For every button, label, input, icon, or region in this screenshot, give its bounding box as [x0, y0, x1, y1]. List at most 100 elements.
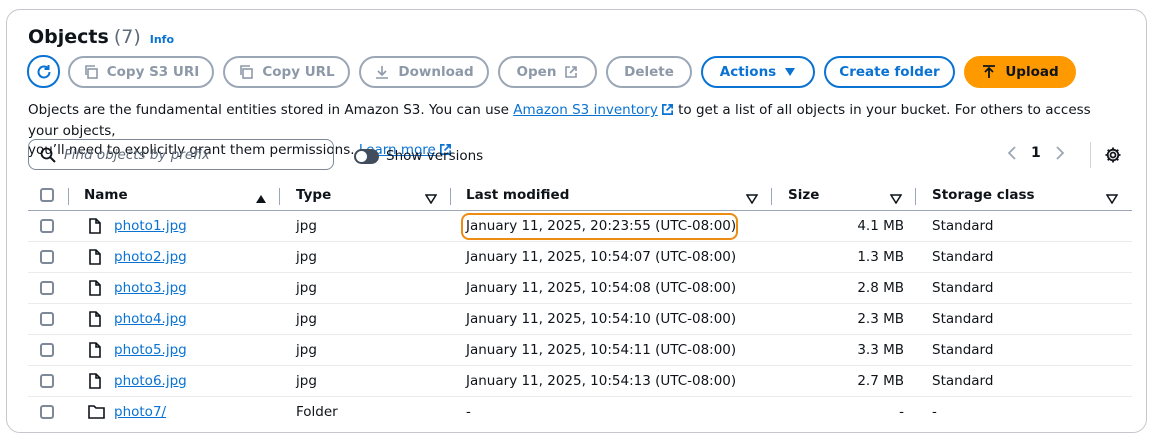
- object-size: 4.1 MB: [857, 218, 904, 234]
- page-title: Objects: [28, 26, 109, 48]
- object-size: 2.7 MB: [857, 373, 904, 389]
- file-icon: [88, 342, 102, 362]
- object-modified: January 11, 2025, 10:54:08 (UTC-08:00): [466, 280, 737, 296]
- upload-button[interactable]: Upload: [964, 55, 1076, 88]
- column-size[interactable]: Size: [788, 187, 819, 203]
- copy-icon: [83, 64, 99, 80]
- inventory-link[interactable]: Amazon S3 inventory: [513, 102, 658, 118]
- open-button[interactable]: Open: [498, 55, 597, 88]
- object-size: 2.3 MB: [857, 311, 904, 327]
- row-checkbox[interactable]: [40, 343, 54, 357]
- download-label: Download: [398, 63, 474, 80]
- column-last-modified[interactable]: Last modified: [466, 187, 569, 203]
- object-modified: -: [466, 404, 471, 420]
- object-storage-class: Standard: [932, 373, 994, 389]
- object-size: 1.3 MB: [857, 249, 904, 265]
- chevron-right-icon[interactable]: [1055, 145, 1065, 161]
- show-versions-label: Show versions: [386, 148, 484, 164]
- object-name-link[interactable]: photo2.jpg: [114, 249, 187, 265]
- delete-label: Delete: [624, 63, 674, 80]
- copy-url-button[interactable]: Copy URL: [223, 55, 350, 88]
- object-type: jpg: [296, 218, 317, 234]
- row-checkbox[interactable]: [40, 312, 54, 326]
- sort-icon[interactable]: [745, 189, 759, 208]
- object-modified: January 11, 2025, 10:54:07 (UTC-08:00): [466, 249, 737, 265]
- object-modified: January 11, 2025, 20:23:55 (UTC-08:00): [466, 218, 737, 234]
- sort-icon[interactable]: [424, 189, 438, 208]
- object-count: (7): [113, 26, 141, 48]
- refresh-button[interactable]: [27, 55, 60, 88]
- refresh-icon: [37, 64, 50, 78]
- file-icon: [88, 280, 102, 300]
- object-name-link[interactable]: photo6.jpg: [114, 373, 187, 389]
- object-type: jpg: [296, 373, 317, 389]
- upload-label: Upload: [1005, 63, 1059, 80]
- table-row[interactable]: photo5.jpg jpg January 11, 2025, 10:54:1…: [28, 335, 1132, 366]
- column-divider: [450, 188, 451, 205]
- external-link-icon: [661, 103, 674, 122]
- file-icon: [88, 218, 102, 238]
- file-icon: [88, 373, 102, 393]
- table-row[interactable]: photo2.jpg jpg January 11, 2025, 10:54:0…: [28, 242, 1132, 273]
- toggle-switch[interactable]: [354, 148, 379, 164]
- actions-label: Actions: [719, 63, 777, 80]
- object-name-link[interactable]: photo1.jpg: [114, 218, 187, 234]
- object-storage-class: Standard: [932, 218, 994, 234]
- table-row[interactable]: photo7/ Folder - - -: [28, 397, 1132, 428]
- divider: [1090, 142, 1091, 168]
- table-row[interactable]: photo3.jpg jpg January 11, 2025, 10:54:0…: [28, 273, 1132, 304]
- object-storage-class: -: [932, 404, 937, 420]
- object-modified: January 11, 2025, 10:54:10 (UTC-08:00): [466, 311, 737, 327]
- object-type: Folder: [296, 404, 338, 420]
- table-row[interactable]: photo4.jpg jpg January 11, 2025, 10:54:1…: [28, 304, 1132, 335]
- copy-s3-uri-label: Copy S3 URI: [106, 63, 200, 80]
- search-input[interactable]: Find objects by prefix: [28, 139, 334, 170]
- search-placeholder: Find objects by prefix: [64, 146, 210, 163]
- download-icon: [374, 64, 390, 80]
- row-checkbox[interactable]: [40, 405, 54, 419]
- download-button[interactable]: Download: [359, 55, 489, 88]
- sort-icon[interactable]: [889, 189, 903, 208]
- copy-s3-uri-button[interactable]: Copy S3 URI: [68, 55, 214, 88]
- preferences-button[interactable]: [1104, 146, 1122, 168]
- delete-button[interactable]: Delete: [606, 55, 692, 88]
- object-name-link[interactable]: photo3.jpg: [114, 280, 187, 296]
- info-link[interactable]: Info: [150, 33, 174, 46]
- search-icon: [40, 147, 56, 163]
- object-type: jpg: [296, 249, 317, 265]
- table-row[interactable]: photo1.jpg jpg January 11, 2025, 20:23:5…: [28, 211, 1132, 242]
- row-checkbox[interactable]: [40, 374, 54, 388]
- show-versions-toggle[interactable]: Show versions: [354, 148, 483, 164]
- pagination: 1: [1007, 145, 1065, 161]
- objects-panel: Objects (7) Info Copy S3 URI Copy URL Do…: [6, 9, 1147, 433]
- column-type[interactable]: Type: [296, 187, 331, 203]
- row-checkbox[interactable]: [40, 250, 54, 264]
- row-checkbox[interactable]: [40, 219, 54, 233]
- actions-dropdown[interactable]: Actions: [701, 55, 815, 88]
- objects-header: Objects (7) Info: [28, 26, 174, 48]
- create-folder-label: Create folder: [839, 63, 940, 80]
- sort-icon[interactable]: [1105, 189, 1119, 208]
- column-storage-class[interactable]: Storage class: [932, 187, 1035, 203]
- object-storage-class: Standard: [932, 249, 994, 265]
- column-name[interactable]: Name: [84, 187, 128, 203]
- object-size: 3.3 MB: [857, 342, 904, 358]
- sort-ascending-icon[interactable]: [255, 189, 267, 208]
- row-checkbox[interactable]: [40, 281, 54, 295]
- object-name-link[interactable]: photo5.jpg: [114, 342, 187, 358]
- gear-icon: [1105, 147, 1121, 163]
- objects-table: Name Type Last modified Size Storage cla…: [28, 180, 1132, 428]
- file-icon: [88, 311, 102, 331]
- object-name-link[interactable]: photo7/: [114, 404, 166, 420]
- object-storage-class: Standard: [932, 342, 994, 358]
- object-size: -: [899, 404, 904, 420]
- object-storage-class: Standard: [932, 280, 994, 296]
- create-folder-button[interactable]: Create folder: [824, 55, 955, 88]
- page-number[interactable]: 1: [1031, 145, 1041, 161]
- chevron-left-icon[interactable]: [1007, 145, 1017, 161]
- select-all-checkbox[interactable]: [40, 188, 54, 202]
- open-label: Open: [516, 63, 557, 80]
- object-name-link[interactable]: photo4.jpg: [114, 311, 187, 327]
- copy-url-label: Copy URL: [262, 63, 335, 80]
- table-row[interactable]: photo6.jpg jpg January 11, 2025, 10:54:1…: [28, 366, 1132, 397]
